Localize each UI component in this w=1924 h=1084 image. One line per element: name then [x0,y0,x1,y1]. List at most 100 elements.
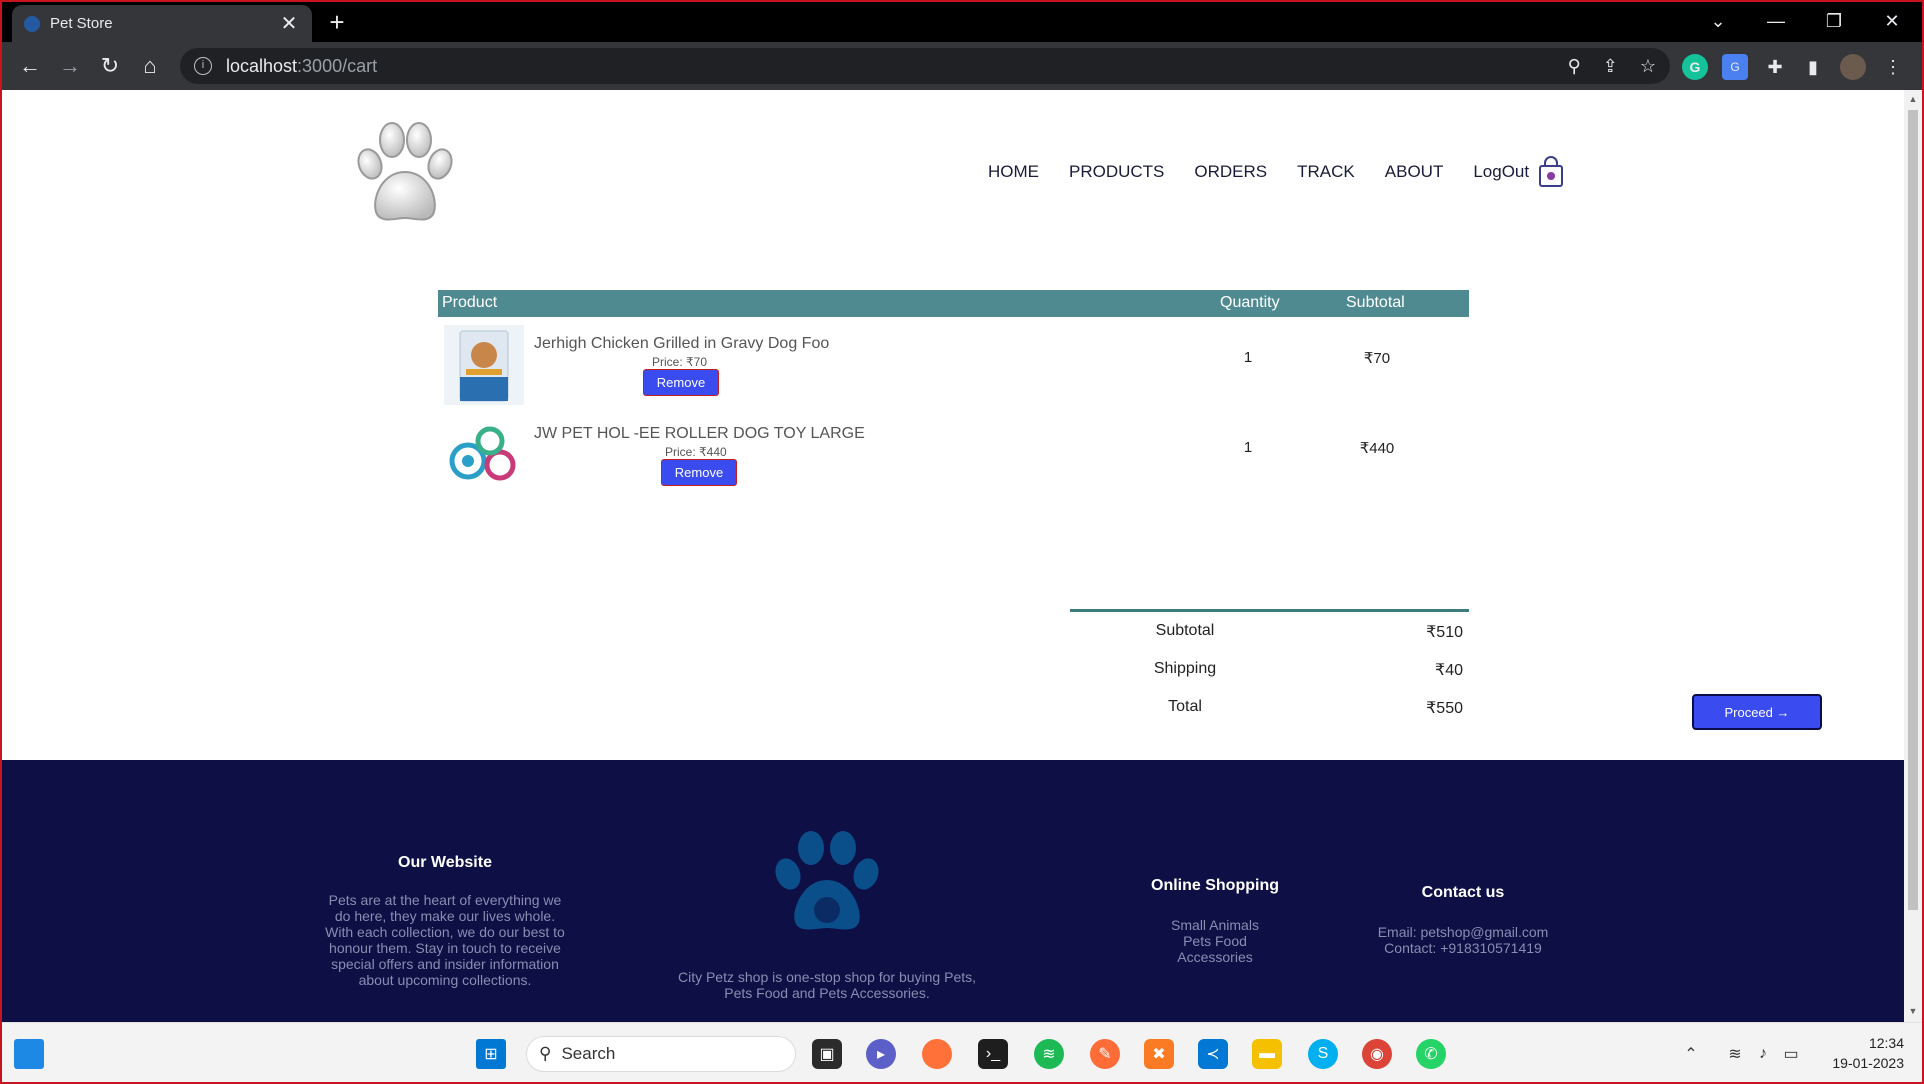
cart-bag-icon[interactable] [1538,156,1564,188]
url-input[interactable]: i localhost:3000/cart ⚲ ⇪ ☆ [180,48,1670,84]
header-product: Product [442,294,498,311]
main-nav: HOME PRODUCTS ORDERS TRACK ABOUT LogOut [988,162,1529,182]
footer-center-section: City Petz shop is one-stop shop for buyi… [672,830,982,1001]
footer-paw-logo-icon [775,831,879,930]
extensions-puzzle-icon[interactable]: ✚ [1762,54,1788,80]
site-info-icon[interactable]: i [194,57,212,75]
vscode-icon[interactable]: ≺ [1198,1039,1228,1069]
remove-button[interactable]: Remove [661,459,737,486]
product-name: Jerhigh Chicken Grilled in Gravy Dog Foo [534,335,830,352]
nav-track[interactable]: TRACK [1297,162,1355,182]
file-explorer-icon[interactable]: ▬ [1252,1039,1282,1069]
footer-link-pets-food[interactable]: Pets Food [1130,933,1300,949]
spotify-icon[interactable]: ≋ [1034,1039,1064,1069]
web-page: HOME PRODUCTS ORDERS TRACK ABOUT LogOut … [2,90,1904,1022]
footer-shopping-section: Online Shopping Small Animals Pets Food … [1130,877,1300,965]
reload-icon[interactable]: ↻ [94,50,126,82]
cart-header-row: Product Quantity Subtotal [438,290,1469,317]
totals-value: ₹510 [1426,624,1463,641]
footer-link-small-animals[interactable]: Small Animals [1130,917,1300,933]
close-window-icon[interactable]: ✕ [1864,0,1920,42]
grammarly-extension-icon[interactable]: G [1682,54,1708,80]
chrome-menu-icon[interactable]: ⋮ [1880,54,1906,80]
nav-logout[interactable]: LogOut [1473,162,1529,182]
taskbar-clock[interactable]: 12:34 19-01-2023 [1832,1033,1904,1073]
footer-website-section: Our Website Pets are at the heart of eve… [320,854,570,988]
wifi-icon[interactable]: ≋ [1720,1039,1750,1069]
terminal-icon[interactable]: ›_ [978,1039,1008,1069]
zoom-icon[interactable]: ⚲ [1568,56,1581,77]
url-path: :3000/cart [297,55,378,76]
browser-tab[interactable]: Pet Store ✕ [12,5,312,42]
proceed-button[interactable]: Proceed → [1692,694,1822,730]
task-view-icon[interactable]: ▣ [812,1039,842,1069]
taskbar-search-label: Search [561,1044,616,1063]
cart-item-row: Jerhigh Chicken Grilled in Gravy Dog Foo… [438,317,1469,407]
chrome-icon[interactable]: ◉ [1362,1039,1392,1069]
back-icon[interactable]: ← [14,50,46,82]
nav-about[interactable]: ABOUT [1385,162,1444,182]
bookmark-star-icon[interactable]: ☆ [1640,56,1656,77]
totals-value: ₹40 [1435,662,1463,679]
new-tab-button[interactable]: + [322,8,352,38]
profile-avatar-icon[interactable] [1840,54,1866,80]
scrollbar-thumb[interactable] [1908,110,1918,910]
whatsapp-icon[interactable]: ✆ [1416,1039,1446,1069]
scroll-up-icon[interactable]: ▲ [1908,94,1918,104]
xampp-icon[interactable]: ✖ [1144,1039,1174,1069]
side-panel-icon[interactable]: ▮ [1800,54,1826,80]
remove-button[interactable]: Remove [643,369,719,396]
paw-logo-icon[interactable] [352,120,458,230]
cart-item-row: JW PET HOL -EE ROLLER DOG TOY LARGE Pric… [438,407,1469,497]
footer-contact-section: Contact us Email: petshop@gmail.com Cont… [1358,884,1568,956]
footer-center-text: City Petz shop is one-stop shop for buyi… [677,969,977,1001]
skype-icon[interactable]: S [1308,1039,1338,1069]
minimize-icon[interactable]: — [1748,0,1804,42]
start-icon[interactable]: ⊞ [476,1039,506,1069]
tab-search-icon[interactable]: ⌄ [1690,0,1746,42]
totals-label: Total [1168,698,1202,715]
header-quantity: Quantity [1220,294,1280,311]
footer-contact-phone[interactable]: Contact: +918310571419 [1358,940,1568,956]
dog-food-pouch-image[interactable] [444,325,524,405]
url-host: localhost [226,55,298,76]
address-bar-row: ← → ↻ ⌂ i localhost:3000/cart ⚲ ⇪ ☆ G G … [0,42,1924,90]
totals-value: ₹550 [1426,700,1463,717]
page-scrollbar[interactable]: ▲ ▼ [1904,90,1922,1022]
battery-icon[interactable]: ▭ [1776,1039,1806,1069]
widgets-icon[interactable] [14,1039,44,1069]
footer-link-accessories[interactable]: Accessories [1130,949,1300,965]
windows-taskbar: ⊞ ⚲ Search ▣ ▸ ›_ ≋ ✎ ✖ ≺ ▬ S ◉ ✆ ⌃ ≋ ♪ … [0,1022,1924,1084]
header-subtotal: Subtotal [1346,294,1405,311]
cart-table: Product Quantity Subtotal Jerhigh Chicke… [438,290,1469,497]
restore-icon[interactable]: ❐ [1806,0,1862,42]
product-name: JW PET HOL -EE ROLLER DOG TOY LARGE [534,425,865,442]
product-price: Price: ₹440 [665,445,727,459]
close-tab-icon[interactable]: ✕ [278,11,300,36]
nav-home[interactable]: HOME [988,162,1039,182]
firefox-icon[interactable] [922,1039,952,1069]
totals-label: Subtotal [1155,622,1215,639]
tray-chevron-up-icon[interactable]: ⌃ [1676,1039,1706,1069]
forward-icon[interactable]: → [54,50,86,82]
footer-contact-title: Contact us [1421,884,1505,901]
scroll-down-icon[interactable]: ▼ [1908,1006,1918,1016]
home-icon[interactable]: ⌂ [134,50,166,82]
postman-icon[interactable]: ✎ [1090,1039,1120,1069]
totals-row: Subtotal ₹510 [1070,612,1469,650]
footer-shopping-title: Online Shopping [1151,877,1279,894]
translate-extension-icon[interactable]: G [1722,54,1748,80]
totals-label: Shipping [1153,660,1217,677]
volume-icon[interactable]: ♪ [1748,1039,1778,1069]
teams-chat-icon[interactable]: ▸ [866,1039,896,1069]
share-icon[interactable]: ⇪ [1603,56,1618,77]
footer-website-text: Pets are at the heart of everything we d… [325,892,565,988]
footer-contact-email[interactable]: Email: petshop@gmail.com [1358,924,1568,940]
item-subtotal: ₹70 [1363,350,1391,367]
dog-toy-balls-image[interactable] [444,415,524,495]
nav-products[interactable]: PRODUCTS [1069,162,1164,182]
tab-title: Pet Store [50,15,113,32]
clock-date: 19-01-2023 [1832,1055,1904,1071]
taskbar-search-input[interactable]: ⚲ Search [526,1036,796,1072]
nav-orders[interactable]: ORDERS [1194,162,1267,182]
